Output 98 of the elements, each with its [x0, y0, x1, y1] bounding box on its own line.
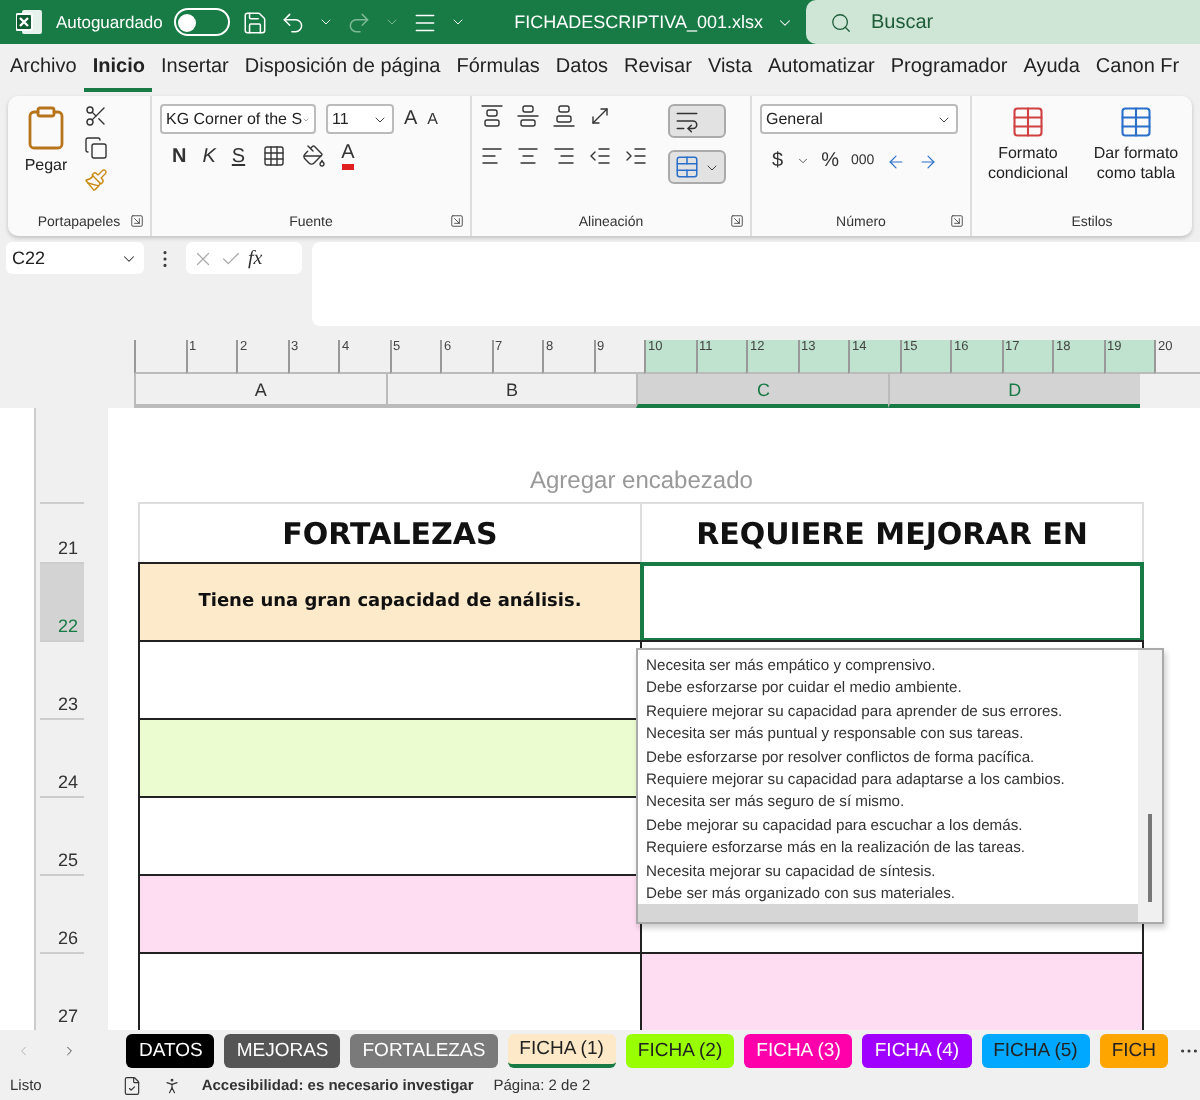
- table-cell[interactable]: [138, 718, 642, 798]
- menu-icon[interactable]: [412, 9, 439, 35]
- sheet-tab[interactable]: FORTALEZAS: [350, 1033, 498, 1067]
- sheet-tab[interactable]: FICHA (3): [744, 1033, 853, 1067]
- menu-tab[interactable]: Programador: [882, 56, 1016, 92]
- table-cell[interactable]: [138, 796, 642, 876]
- wrap-text-icon[interactable]: [674, 108, 700, 134]
- menu-tab[interactable]: Insertar: [152, 56, 237, 92]
- decimal-increase-icon[interactable]: [886, 151, 907, 171]
- scrollbar[interactable]: [1138, 650, 1162, 922]
- row-header[interactable]: 23: [40, 640, 84, 718]
- column-header[interactable]: A: [134, 374, 386, 408]
- autosave-label: Autoguardado: [55, 12, 163, 32]
- menu-tab[interactable]: Fórmulas: [448, 56, 548, 92]
- copy-icon[interactable]: [84, 136, 108, 160]
- row-header[interactable]: 26: [40, 874, 84, 952]
- shrink-font-button[interactable]: A: [427, 108, 439, 130]
- menu-tab[interactable]: Datos: [547, 56, 617, 92]
- table-icon[interactable]: [1118, 104, 1154, 140]
- row-header[interactable]: 22: [40, 562, 84, 640]
- sheet-tab[interactable]: FICHA (5): [981, 1033, 1090, 1067]
- column-header[interactable]: C: [636, 374, 889, 408]
- sheet-tab[interactable]: FICHA (2): [625, 1033, 735, 1067]
- insert-function-button[interactable]: fx: [248, 247, 263, 269]
- align-center-icon[interactable]: [516, 144, 540, 168]
- orientation-icon[interactable]: [588, 104, 612, 128]
- font-color-button[interactable]: A: [341, 142, 355, 170]
- borders-icon[interactable]: [261, 144, 286, 168]
- table-cell[interactable]: Tiene una gran capacidad de análisis.: [138, 562, 642, 642]
- customize-icon[interactable]: [450, 14, 467, 30]
- font-size-select[interactable]: 11: [326, 104, 394, 134]
- align-bottom-icon[interactable]: [552, 104, 576, 128]
- column-title[interactable]: REQUIERE MEJORAR EN: [640, 502, 1144, 564]
- search-icon[interactable]: [829, 11, 852, 33]
- fill-color-icon[interactable]: [301, 144, 326, 168]
- percent-button[interactable]: %: [821, 150, 839, 172]
- table-cell[interactable]: [640, 952, 1144, 1030]
- accessibility-icon[interactable]: [161, 1075, 182, 1095]
- launcher-icon[interactable]: [450, 214, 464, 228]
- sheet-tab[interactable]: MEJORAS: [224, 1033, 341, 1067]
- sheet-tab[interactable]: FICH: [1099, 1033, 1169, 1067]
- file-name[interactable]: FICHADESCRIPTIVA_001.xlsx: [514, 12, 764, 32]
- launcher-icon[interactable]: [950, 214, 964, 228]
- undo-icon[interactable]: [280, 9, 307, 35]
- indent-increase-icon[interactable]: [624, 144, 648, 168]
- table-cell[interactable]: [138, 874, 642, 954]
- table-cell[interactable]: [138, 640, 642, 720]
- align-left-icon[interactable]: [480, 144, 504, 168]
- chevron-icon[interactable]: [318, 14, 335, 30]
- menu-tab[interactable]: Ayuda: [1015, 56, 1088, 92]
- menu-tab[interactable]: Canon Fr: [1087, 56, 1188, 92]
- macro-icon[interactable]: [121, 1075, 142, 1095]
- row-header[interactable]: 24: [40, 718, 84, 796]
- autosave-toggle[interactable]: [174, 8, 231, 36]
- menu-tab[interactable]: Vista: [699, 56, 761, 92]
- menu-tab[interactable]: Revisar: [616, 56, 700, 92]
- save-icon[interactable]: [242, 9, 269, 35]
- table-cell[interactable]: [640, 562, 1144, 642]
- brush-icon[interactable]: [84, 168, 108, 192]
- underline-button[interactable]: S: [231, 145, 246, 167]
- number-format-select[interactable]: General: [760, 104, 958, 134]
- merge-button[interactable]: [668, 150, 726, 184]
- decimal-decrease-icon[interactable]: [918, 151, 939, 171]
- spreadsheet-logo-icon: [16, 8, 44, 36]
- font-name-select[interactable]: KG Corner of the S: [160, 104, 316, 134]
- table-icon[interactable]: [1010, 104, 1046, 140]
- table-cell[interactable]: [138, 952, 642, 1030]
- formula-input[interactable]: [312, 242, 1200, 326]
- search-field[interactable]: Buscar: [805, 0, 1200, 44]
- currency-button[interactable]: $: [772, 150, 784, 172]
- row-header[interactable]: 25: [40, 796, 84, 874]
- wrap-text-button[interactable]: [668, 104, 726, 138]
- column-header[interactable]: D: [888, 374, 1140, 408]
- column-header[interactable]: B: [385, 374, 637, 408]
- menu-tab[interactable]: Disposición de página: [236, 56, 449, 92]
- launcher-icon[interactable]: [730, 214, 744, 228]
- align-right-icon[interactable]: [552, 144, 576, 168]
- paste-button[interactable]: Pegar: [16, 104, 76, 208]
- grow-font-button[interactable]: A: [404, 108, 418, 130]
- row-header[interactable]: 27: [40, 952, 84, 1030]
- style-button[interactable]: Dar formato como tabla: [1088, 104, 1184, 208]
- align-top-icon[interactable]: [480, 104, 504, 128]
- merge-icon[interactable]: [674, 154, 700, 180]
- indent-decrease-icon[interactable]: [588, 144, 612, 168]
- sheet-tab[interactable]: FICHA (4): [862, 1033, 972, 1067]
- style-button[interactable]: Formato condicional: [980, 104, 1076, 208]
- italic-button[interactable]: K: [202, 145, 216, 167]
- menu-tab[interactable]: Inicio: [84, 56, 153, 92]
- sheet-tab[interactable]: FICHA (1): [507, 1033, 616, 1067]
- bold-button[interactable]: N: [172, 145, 187, 167]
- launcher-icon[interactable]: [130, 214, 144, 228]
- menu-tab[interactable]: Archivo: [2, 56, 85, 92]
- name-box[interactable]: C22: [6, 242, 144, 274]
- align-middle-icon[interactable]: [516, 104, 540, 128]
- menu-tab[interactable]: Automatizar: [760, 56, 883, 92]
- column-title[interactable]: FORTALEZAS: [138, 502, 642, 564]
- scissors-icon[interactable]: [84, 104, 108, 128]
- sheet-tab[interactable]: DATOS: [126, 1033, 215, 1067]
